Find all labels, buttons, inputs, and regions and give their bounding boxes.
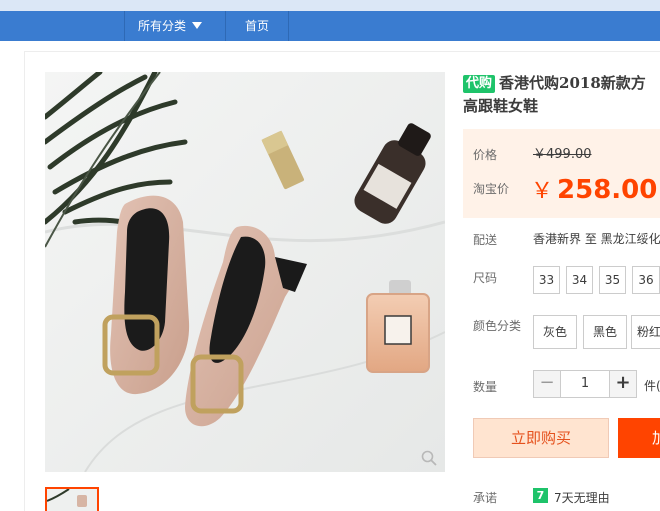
price-box: 价格 ￥499.00 淘宝价 ￥ 258.00: [463, 129, 660, 218]
nav-all-categories-label: 所有分类: [138, 19, 187, 33]
color-option[interactable]: 灰色: [533, 315, 577, 349]
quantity-decrease-button[interactable]: −: [533, 370, 561, 398]
quantity-input[interactable]: 1: [560, 370, 610, 398]
title-line-2: 高跟鞋女鞋: [463, 97, 539, 115]
size-option[interactable]: 35: [599, 266, 626, 294]
zoom-icon[interactable]: [421, 450, 437, 466]
title-line-1: 香港代购2018新款方: [499, 74, 646, 92]
shipping-label: 配送: [473, 233, 498, 247]
currency-symbol: ￥: [531, 179, 554, 204]
promo-price-value: 258.00: [557, 175, 658, 205]
nav-all-categories[interactable]: 所有分类: [124, 11, 224, 41]
original-price: ￥499.00: [533, 147, 592, 162]
color-option[interactable]: 粉红: [631, 315, 660, 349]
promise-label: 承诺: [473, 491, 498, 505]
quantity-increase-button[interactable]: +: [609, 370, 637, 398]
size-option[interactable]: 34: [566, 266, 593, 294]
size-option[interactable]: 33: [533, 266, 560, 294]
product-title: 代购 香港代购2018新款方 高跟鞋女鞋: [463, 72, 660, 118]
caret-down-icon: [192, 22, 203, 29]
product-photo: [45, 72, 445, 472]
size-option[interactable]: 36: [632, 266, 660, 294]
promo-price-label: 淘宝价: [473, 182, 510, 196]
seven-day-return-icon: 7: [533, 488, 548, 503]
shipping-route[interactable]: 香港新界 至 黑龙江绥化: [533, 230, 660, 247]
size-label: 尺码: [473, 271, 498, 285]
product-main-image[interactable]: [45, 72, 445, 472]
promo-price: ￥ 258.00: [531, 173, 657, 205]
quantity-unit: 件(库: [644, 379, 660, 393]
nav-bar: 所有分类 首页: [0, 11, 660, 41]
add-to-cart-button[interactable]: 加入购物车: [618, 418, 660, 458]
quantity-label: 数量: [473, 380, 498, 394]
daigou-tag: 代购: [463, 75, 496, 93]
nav-home-link[interactable]: 首页: [226, 11, 288, 41]
promise-text[interactable]: 7天无理由: [554, 489, 610, 506]
nav-divider: [288, 11, 289, 41]
color-label: 颜色分类: [473, 319, 522, 333]
thumbnail-1[interactable]: [45, 487, 99, 511]
price-label: 价格: [473, 148, 498, 162]
top-strip: [0, 0, 660, 11]
thumbnail-photo: [47, 489, 97, 511]
buy-now-button[interactable]: 立即购买: [473, 418, 609, 458]
color-option[interactable]: 黑色: [583, 315, 627, 349]
